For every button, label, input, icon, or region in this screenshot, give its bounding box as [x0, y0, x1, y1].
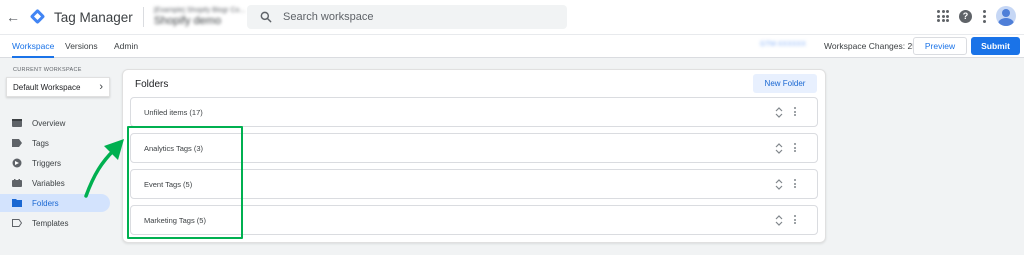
- avatar[interactable]: [996, 6, 1016, 26]
- folder-row-unfiled[interactable]: Unfiled items (17): [130, 97, 818, 127]
- more-vert-icon[interactable]: [794, 143, 797, 152]
- workspace-name: Default Workspace: [13, 82, 81, 92]
- trigger-icon: [12, 158, 22, 168]
- variables-icon: [12, 178, 22, 188]
- expand-collapse-icon[interactable]: [775, 106, 783, 119]
- template-icon: [12, 218, 22, 228]
- search-icon: [260, 11, 272, 23]
- tab-admin[interactable]: Admin: [114, 35, 138, 58]
- expand-collapse-icon[interactable]: [775, 178, 783, 191]
- search-bar[interactable]: Search workspace: [247, 5, 567, 29]
- gtm-logo-icon[interactable]: [29, 8, 46, 25]
- overview-icon: [12, 118, 22, 128]
- back-arrow-icon[interactable]: ←: [4, 9, 22, 25]
- sidebar-item-templates[interactable]: Templates: [0, 214, 110, 232]
- sidebar-item-label: Overview: [32, 118, 66, 128]
- chevron-right-icon: ›: [99, 81, 103, 93]
- annotation-arrow: [84, 139, 124, 198]
- page-title: Folders: [135, 79, 169, 90]
- expand-collapse-icon[interactable]: [775, 214, 783, 227]
- new-folder-button[interactable]: New Folder: [753, 74, 817, 93]
- tab-workspace[interactable]: Workspace: [12, 35, 55, 58]
- apps-grid-icon[interactable]: [937, 10, 949, 22]
- workspace-selector[interactable]: Default Workspace ›: [6, 77, 110, 97]
- sidebar-item-label: Triggers: [32, 158, 62, 168]
- preview-button[interactable]: Preview: [913, 37, 967, 55]
- folder-icon: [12, 198, 22, 208]
- more-vert-icon[interactable]: [982, 9, 986, 23]
- app-title[interactable]: Tag Manager: [54, 10, 133, 25]
- expand-collapse-icon[interactable]: [775, 142, 783, 155]
- more-vert-icon[interactable]: [794, 107, 797, 116]
- more-vert-icon[interactable]: [794, 215, 797, 224]
- search-input[interactable]: Search workspace: [283, 11, 374, 23]
- submit-button[interactable]: Submit: [971, 37, 1020, 55]
- tab-versions[interactable]: Versions: [65, 35, 98, 58]
- help-icon[interactable]: ?: [959, 9, 972, 23]
- highlight-box: [127, 126, 243, 239]
- workspace-changes: Workspace Changes: 25: [824, 41, 917, 51]
- more-vert-icon[interactable]: [794, 179, 797, 188]
- top-app-bar: ← Tag Manager [Example] Shopify Blogr Co…: [0, 0, 1024, 34]
- current-workspace-label: CURRENT WORKSPACE: [13, 67, 82, 73]
- sidebar-item-label: Templates: [32, 218, 69, 228]
- sidebar-item-overview[interactable]: Overview: [0, 114, 110, 132]
- sidebar-item-label: Variables: [32, 178, 65, 188]
- header-divider: [142, 7, 144, 27]
- top-right-actions: ?: [937, 6, 1016, 26]
- folder-label: Unfiled items (17): [144, 108, 203, 117]
- workspace-subnav: Workspace Versions Admin GTM-XXXXXX Work…: [0, 34, 1024, 58]
- container-id: GTM-XXXXXX: [760, 41, 806, 48]
- sidebar-item-label: Folders: [32, 198, 59, 208]
- sidebar-item-label: Tags: [32, 138, 49, 148]
- tag-icon: [12, 138, 22, 148]
